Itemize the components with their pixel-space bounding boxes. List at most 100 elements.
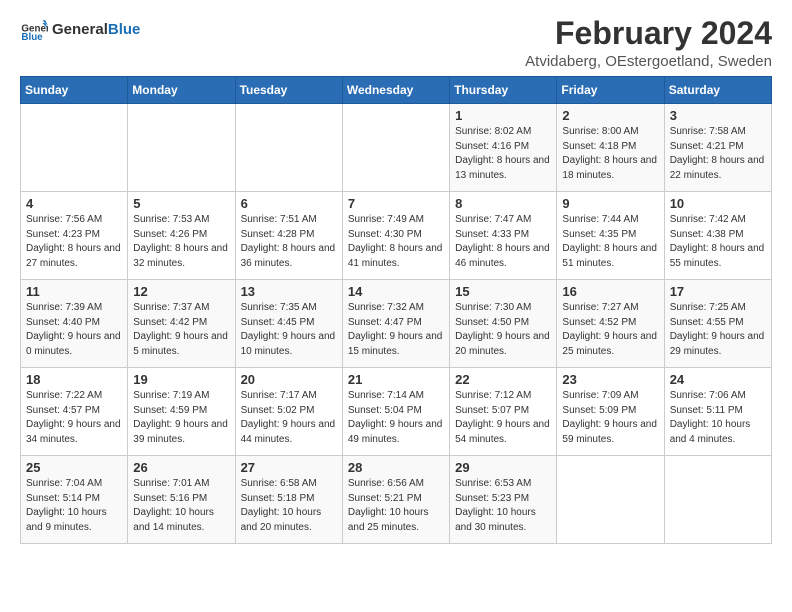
calendar-week-row: 1Sunrise: 8:02 AM Sunset: 4:16 PM Daylig… [21,104,772,192]
day-info: Sunrise: 7:32 AM Sunset: 4:47 PM Dayligh… [348,301,444,359]
calendar-header-row: SundayMondayTuesdayWednesdayThursdayFrid… [21,77,772,104]
calendar-cell: 19 Sunrise: 7:19 AM Sunset: 4:59 PM Dayli… [128,368,235,456]
day-info: Sunrise: 8:00 AM Sunset: 4:18 PM Dayligh… [562,125,658,183]
calendar-cell: 21 Sunrise: 7:14 AM Sunset: 5:04 PM Dayli… [342,368,449,456]
day-info: Sunrise: 7:12 AM Sunset: 5:07 PM Dayligh… [455,389,551,447]
calendar-cell [664,456,771,544]
day-info: Sunrise: 7:06 AM Sunset: 5:11 PM Dayligh… [670,389,766,447]
day-number: 16 [562,284,658,299]
calendar-cell: 6Sunrise: 7:51 AM Sunset: 4:28 PM Daylig… [235,192,342,280]
day-number: 17 [670,284,766,299]
weekday-header: Tuesday [235,77,342,104]
page-title: February 2024 [525,16,772,51]
calendar-week-row: 4 Sunrise: 7:56 AM Sunset: 4:23 PM Daylig… [21,192,772,280]
calendar-cell: 27 Sunrise: 6:58 AM Sunset: 5:18 PM Dayli… [235,456,342,544]
calendar-cell: 1Sunrise: 8:02 AM Sunset: 4:16 PM Daylig… [450,104,557,192]
day-info: Sunrise: 7:49 AM Sunset: 4:30 PM Dayligh… [348,213,444,271]
calendar-cell: 29 Sunrise: 6:53 AM Sunset: 5:23 PM Dayli… [450,456,557,544]
svg-text:Blue: Blue [21,32,43,43]
day-info: Sunrise: 7:17 AM Sunset: 5:02 PM Dayligh… [241,389,337,447]
day-number: 22 [455,372,551,387]
weekday-header: Wednesday [342,77,449,104]
weekday-header: Thursday [450,77,557,104]
page-subtitle: Atvidaberg, OEstergoetland, Sweden [525,53,772,70]
day-info: Sunrise: 7:14 AM Sunset: 5:04 PM Dayligh… [348,389,444,447]
day-number: 3 [670,108,766,123]
day-number: 9 [562,196,658,211]
day-number: 11 [26,284,122,299]
day-number: 28 [348,460,444,475]
day-info: Sunrise: 7:42 AM Sunset: 4:38 PM Dayligh… [670,213,766,271]
day-info: Sunrise: 6:58 AM Sunset: 5:18 PM Dayligh… [241,477,337,535]
calendar-cell: 25 Sunrise: 7:04 AM Sunset: 5:14 PM Dayli… [21,456,128,544]
calendar-cell: 22 Sunrise: 7:12 AM Sunset: 5:07 PM Dayli… [450,368,557,456]
day-info: Sunrise: 7:30 AM Sunset: 4:50 PM Dayligh… [455,301,551,359]
day-number: 20 [241,372,337,387]
calendar-cell: 3 Sunrise: 7:58 AM Sunset: 4:21 PM Daylig… [664,104,771,192]
day-info: Sunrise: 7:04 AM Sunset: 5:14 PM Dayligh… [26,477,122,535]
calendar-cell [342,104,449,192]
calendar-cell [21,104,128,192]
calendar-cell: 23Sunrise: 7:09 AM Sunset: 5:09 PM Dayli… [557,368,664,456]
day-number: 25 [26,460,122,475]
day-info: Sunrise: 7:51 AM Sunset: 4:28 PM Dayligh… [241,213,337,271]
calendar-cell: 12 Sunrise: 7:37 AM Sunset: 4:42 PM Dayli… [128,280,235,368]
calendar-cell: 4 Sunrise: 7:56 AM Sunset: 4:23 PM Daylig… [21,192,128,280]
day-info: Sunrise: 7:09 AM Sunset: 5:09 PM Dayligh… [562,389,658,447]
calendar-table: SundayMondayTuesdayWednesdayThursdayFrid… [20,76,772,544]
calendar-cell: 7 Sunrise: 7:49 AM Sunset: 4:30 PM Daylig… [342,192,449,280]
day-number: 2 [562,108,658,123]
calendar-cell: 14 Sunrise: 7:32 AM Sunset: 4:47 PM Dayli… [342,280,449,368]
calendar-cell: 16Sunrise: 7:27 AM Sunset: 4:52 PM Dayli… [557,280,664,368]
day-number: 8 [455,196,551,211]
weekday-header: Sunday [21,77,128,104]
title-block: February 2024 Atvidaberg, OEstergoetland… [525,16,772,70]
day-number: 21 [348,372,444,387]
calendar-cell: 5 Sunrise: 7:53 AM Sunset: 4:26 PM Daylig… [128,192,235,280]
calendar-cell [235,104,342,192]
day-number: 19 [133,372,229,387]
calendar-week-row: 18Sunrise: 7:22 AM Sunset: 4:57 PM Dayli… [21,368,772,456]
calendar-cell: 17 Sunrise: 7:25 AM Sunset: 4:55 PM Dayli… [664,280,771,368]
day-number: 29 [455,460,551,475]
calendar-cell: 18Sunrise: 7:22 AM Sunset: 4:57 PM Dayli… [21,368,128,456]
day-info: Sunrise: 7:47 AM Sunset: 4:33 PM Dayligh… [455,213,551,271]
calendar-cell: 26 Sunrise: 7:01 AM Sunset: 5:16 PM Dayli… [128,456,235,544]
day-info: Sunrise: 7:01 AM Sunset: 5:16 PM Dayligh… [133,477,229,535]
day-info: Sunrise: 7:19 AM Sunset: 4:59 PM Dayligh… [133,389,229,447]
day-info: Sunrise: 7:58 AM Sunset: 4:21 PM Dayligh… [670,125,766,183]
calendar-cell: 2 Sunrise: 8:00 AM Sunset: 4:18 PM Daylig… [557,104,664,192]
logo-blue: Blue [108,21,141,38]
calendar-cell: 9 Sunrise: 7:44 AM Sunset: 4:35 PM Daylig… [557,192,664,280]
weekday-header: Monday [128,77,235,104]
day-info: Sunrise: 7:44 AM Sunset: 4:35 PM Dayligh… [562,213,658,271]
day-number: 7 [348,196,444,211]
day-number: 14 [348,284,444,299]
day-info: Sunrise: 7:35 AM Sunset: 4:45 PM Dayligh… [241,301,337,359]
logo-icon: General Blue [20,16,48,44]
day-number: 26 [133,460,229,475]
calendar-week-row: 25 Sunrise: 7:04 AM Sunset: 5:14 PM Dayli… [21,456,772,544]
page-header: General Blue GeneralBlue February 2024 A… [20,16,772,70]
day-number: 27 [241,460,337,475]
day-info: Sunrise: 7:53 AM Sunset: 4:26 PM Dayligh… [133,213,229,271]
calendar-cell: 10Sunrise: 7:42 AM Sunset: 4:38 PM Dayli… [664,192,771,280]
day-info: Sunrise: 7:25 AM Sunset: 4:55 PM Dayligh… [670,301,766,359]
day-info: Sunrise: 6:53 AM Sunset: 5:23 PM Dayligh… [455,477,551,535]
day-number: 1 [455,108,551,123]
day-number: 13 [241,284,337,299]
day-number: 5 [133,196,229,211]
day-info: Sunrise: 7:39 AM Sunset: 4:40 PM Dayligh… [26,301,122,359]
day-info: Sunrise: 7:56 AM Sunset: 4:23 PM Dayligh… [26,213,122,271]
calendar-cell: 8 Sunrise: 7:47 AM Sunset: 4:33 PM Daylig… [450,192,557,280]
day-number: 4 [26,196,122,211]
day-number: 15 [455,284,551,299]
calendar-cell: 24Sunrise: 7:06 AM Sunset: 5:11 PM Dayli… [664,368,771,456]
calendar-cell: 28 Sunrise: 6:56 AM Sunset: 5:21 PM Dayli… [342,456,449,544]
weekday-header: Friday [557,77,664,104]
logo: General Blue GeneralBlue [20,16,140,44]
day-info: Sunrise: 7:37 AM Sunset: 4:42 PM Dayligh… [133,301,229,359]
weekday-header: Saturday [664,77,771,104]
day-number: 12 [133,284,229,299]
day-info: Sunrise: 6:56 AM Sunset: 5:21 PM Dayligh… [348,477,444,535]
